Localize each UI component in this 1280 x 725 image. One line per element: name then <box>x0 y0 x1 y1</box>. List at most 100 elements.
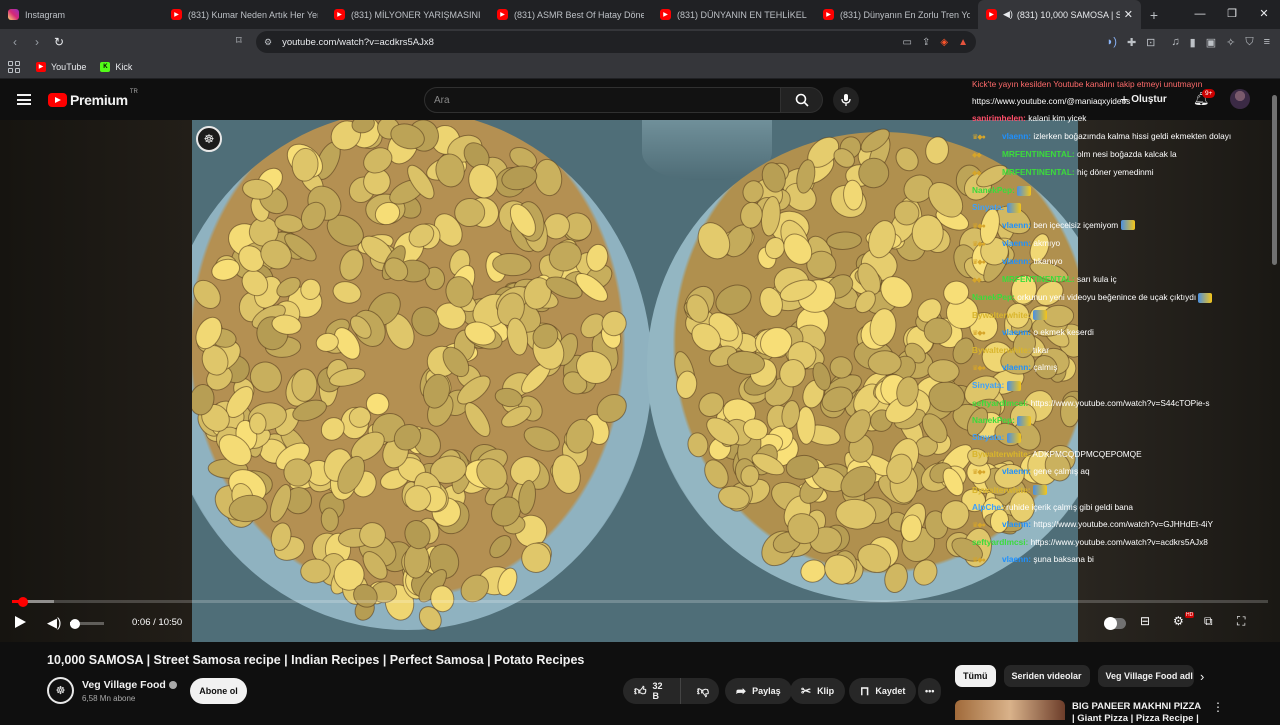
screenshot-icon[interactable]: ⊡ <box>1146 36 1155 49</box>
chat-username[interactable]: AlpChe: <box>972 502 1004 512</box>
browser-tab[interactable]: ▶ (831) Kumar Neden Artık Her Yerde? <box>163 0 326 29</box>
audio-icon[interactable]: ◗) <box>1107 36 1117 48</box>
minimize-icon[interactable]: — <box>1184 0 1216 29</box>
chip-all[interactable]: Tümü <box>955 665 996 687</box>
back-icon[interactable]: ‹ <box>4 35 26 49</box>
chat-username[interactable]: Bywalterwhite: <box>972 449 1031 459</box>
chat-username[interactable]: vlaenn: <box>1002 466 1031 476</box>
volume-handle[interactable] <box>70 618 81 629</box>
scrubber-handle[interactable] <box>18 596 29 607</box>
omnibox[interactable]: ⚙ youtube.com/watch?v=acdkrs5AJx8 ▭ ⇪ ◈ … <box>256 31 976 53</box>
chat-username[interactable]: sanirimhelen: <box>972 113 1026 123</box>
extensions-icon[interactable]: ✚ <box>1127 36 1136 49</box>
recommended-title[interactable]: BIG PANEER MAKHNI PIZZA | Giant Pizza | … <box>1072 701 1202 725</box>
audio-playing-icon[interactable]: ◀) <box>1003 9 1013 20</box>
bookmark-kick[interactable]: K Kick <box>100 61 132 72</box>
chat-username[interactable]: vlaenn: <box>1002 554 1031 564</box>
volume-slider[interactable] <box>70 618 104 629</box>
progress-bar[interactable] <box>12 596 1268 607</box>
recommended-thumbnail[interactable] <box>955 700 1065 720</box>
chat-username[interactable]: vlaenn: <box>1002 131 1031 141</box>
chat-username[interactable]: NanekPep: <box>972 185 1015 195</box>
browser-tab[interactable]: Instagram <box>0 0 163 29</box>
chevron-right-icon[interactable]: › <box>1200 669 1204 684</box>
fullscreen-icon[interactable]: ⛶ <box>1237 614 1245 629</box>
subtitles-icon[interactable]: ⊟ <box>1140 614 1150 628</box>
chat-username[interactable]: seftyardlmcsi: <box>972 398 1028 408</box>
wallet-icon[interactable]: ▣ <box>1206 36 1216 49</box>
browser-tab[interactable]: ▶ (831) Dünyanın En Zorlu Tren Yolculu <box>815 0 978 29</box>
chat-username[interactable]: vlaenn: <box>1002 327 1031 337</box>
autoplay-toggle[interactable] <box>1104 617 1126 630</box>
search-button[interactable] <box>781 87 823 113</box>
dislike-button[interactable]: 👎︎ <box>687 684 719 699</box>
play-icon[interactable] <box>15 616 26 628</box>
video-player[interactable]: ☸ Kick'te yayın kesilden Youtube kanalın… <box>0 79 1280 642</box>
channel-watermark-icon[interactable]: ☸ <box>196 126 222 152</box>
chat-username[interactable]: seftyardlmcsi: <box>972 537 1028 547</box>
chat-username[interactable]: Bywalterwhite: <box>972 345 1031 355</box>
channel-name-text[interactable]: Veg Village Food <box>82 679 166 691</box>
chat-username[interactable]: Sinyata: <box>972 380 1004 390</box>
chip-channel[interactable]: Veg Village Food adl <box>1097 665 1194 687</box>
brave-shield-icon[interactable]: ◈ <box>940 37 948 48</box>
browser-tab[interactable]: ▶ (831) MİLYONER YARIŞMASINI DOLA <box>326 0 489 29</box>
volume-icon[interactable]: ◀) <box>47 615 61 631</box>
clip-button[interactable]: ✂ Klip <box>790 678 846 704</box>
chat-username[interactable]: Bywalterwhite: <box>972 310 1031 320</box>
chat-username[interactable]: NanekPep: <box>972 292 1015 302</box>
subscribe-button[interactable]: Abone ol <box>190 678 247 704</box>
sidebar-icon[interactable]: ▮ <box>1190 36 1196 49</box>
bookmark-youtube[interactable]: ▶ YouTube <box>36 61 86 72</box>
browser-tab[interactable]: ▶ (831) ASMR Best Of Hatay Döner Ac <box>489 0 652 29</box>
channel-avatar[interactable]: ☸ <box>47 677 74 704</box>
chat-username[interactable]: Sinyata: <box>972 432 1004 442</box>
chat-username[interactable]: MRFENTINENTAL: <box>1002 149 1075 159</box>
restore-icon[interactable]: ❐ <box>1216 0 1248 29</box>
settings-gear-icon[interactable]: ⚙ <box>1173 614 1184 628</box>
chat-username[interactable]: Bywalterwhite: <box>972 485 1031 495</box>
youtube-premium-logo[interactable]: Premium TR <box>48 89 138 108</box>
chat-username[interactable]: vlaenn: <box>1002 256 1031 266</box>
browser-tab[interactable]: ▶ (831) DÜNYANIN EN TEHLİKELİ TREN <box>652 0 815 29</box>
bookmark-icon[interactable]: ⌑ <box>236 34 242 47</box>
chat-username[interactable]: Sinyata: <box>972 202 1004 212</box>
search-input[interactable] <box>434 94 780 106</box>
menu-icon[interactable]: ≡ <box>1264 36 1270 48</box>
chat-username[interactable]: MRFENTINENTAL: <box>1002 274 1075 284</box>
site-info-icon[interactable]: ⚙ <box>264 37 272 48</box>
apps-grid-icon[interactable] <box>8 60 20 73</box>
music-icon[interactable]: ♫ <box>1171 36 1179 48</box>
chat-username[interactable]: NanekPep: <box>972 415 1015 425</box>
save-button[interactable]: ⊓ Kaydet <box>849 678 917 704</box>
forward-icon[interactable]: › <box>26 35 48 49</box>
chat-username[interactable]: vlaenn: <box>1002 238 1031 248</box>
more-actions-button[interactable]: ••• <box>918 678 942 704</box>
browser-tab[interactable]: ▶ ◀)(831) 10,000 SAMOSA | Street ✕ <box>978 0 1141 29</box>
reload-icon[interactable]: ↻ <box>48 35 70 49</box>
new-tab-button[interactable]: + <box>1141 7 1167 23</box>
chat-username[interactable]: vlaenn: <box>1002 519 1031 529</box>
channel-name[interactable]: Veg Village Food <box>82 679 177 691</box>
video-frame[interactable]: ☸ <box>192 120 1078 642</box>
vpn-icon[interactable]: ⛉ <box>1245 36 1253 49</box>
share-icon[interactable]: ⇪ <box>922 37 930 48</box>
page-scrollbar[interactable] <box>1272 95 1277 265</box>
like-button[interactable]: 👍︎ 32 B <box>623 678 681 704</box>
chat-username[interactable]: vlaenn: <box>1002 362 1031 372</box>
share-button[interactable]: ➦ Paylaş <box>725 678 792 704</box>
miniplayer-icon[interactable]: ⧉ <box>1204 614 1213 629</box>
search-box[interactable] <box>424 87 781 113</box>
close-window-icon[interactable]: ✕ <box>1248 0 1280 29</box>
guide-menu-icon[interactable] <box>17 94 31 105</box>
more-vertical-icon[interactable]: ⋮ <box>1212 700 1224 714</box>
leo-icon[interactable]: ✧ <box>1226 36 1235 49</box>
rewards-icon[interactable]: ▲ <box>958 37 968 48</box>
cast-icon[interactable]: ▭ <box>903 37 912 48</box>
url-text[interactable]: youtube.com/watch?v=acdkrs5AJx8 <box>282 37 434 48</box>
chat-username[interactable]: vlaenn: <box>1002 220 1031 230</box>
chat-username[interactable]: MRFENTINENTAL: <box>1002 167 1075 177</box>
voice-search-button[interactable] <box>833 87 859 113</box>
chip-series[interactable]: Seriden videolar <box>1003 665 1090 687</box>
close-tab-icon[interactable]: ✕ <box>1124 8 1133 21</box>
